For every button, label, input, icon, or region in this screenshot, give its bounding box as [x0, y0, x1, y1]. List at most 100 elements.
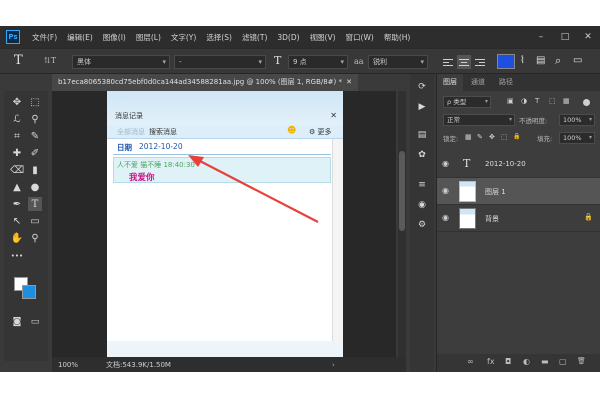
tab-channels[interactable]: 通道	[465, 74, 491, 91]
anti-alias-select[interactable]: 锐利	[368, 55, 428, 69]
filter-adjustment-icon[interactable]: ◑	[521, 97, 527, 105]
lock-pixels-icon[interactable]: ✎	[477, 133, 483, 141]
opacity-field[interactable]: 100%	[559, 114, 595, 126]
menu-type[interactable]: 文字(Y)	[171, 32, 196, 43]
menu-window[interactable]: 窗口(W)	[346, 32, 374, 43]
zoom-level[interactable]: 100%	[58, 361, 98, 369]
layer-name[interactable]: 2012-10-20	[485, 160, 526, 168]
link-layers-icon[interactable]: ∞	[467, 357, 474, 366]
menu-select[interactable]: 选择(S)	[206, 32, 232, 43]
layer-row-text[interactable]: ◉ T 2012-10-20	[437, 151, 600, 178]
document-close-icon[interactable]: ✕	[346, 74, 352, 91]
image-date-label: 日期	[117, 143, 132, 152]
fill-field[interactable]: 100%	[559, 132, 595, 144]
tab-paths[interactable]: 路径	[493, 74, 519, 91]
quick-mask-icon[interactable]: ◙	[10, 315, 24, 329]
hand-tool-icon[interactable]: ✋	[10, 231, 24, 245]
screen-mode-icon[interactable]: ▭	[28, 315, 42, 329]
menu-filter[interactable]: 滤镜(T)	[242, 32, 267, 43]
warp-text-icon[interactable]: ⌇	[520, 55, 525, 66]
text-orientation-icon[interactable]: ⇅T	[44, 56, 56, 65]
type-tool-preset-icon[interactable]: T	[14, 53, 23, 68]
align-left-button[interactable]	[441, 55, 455, 69]
healing-tool-icon[interactable]: ✚	[10, 146, 24, 160]
visibility-eye-icon[interactable]: ◉	[442, 186, 449, 195]
visibility-eye-icon[interactable]: ◉	[442, 213, 449, 222]
delete-layer-icon[interactable]: 🗑	[577, 357, 586, 365]
text-color-swatch[interactable]	[497, 54, 515, 69]
lock-artboard-icon[interactable]: ⬚	[501, 133, 508, 141]
history-icon[interactable]: ⟳	[415, 80, 429, 94]
layer-row-background[interactable]: ◉ 背景 🔒	[437, 205, 600, 232]
brush-presets-icon[interactable]: ✿	[415, 148, 429, 162]
shape-tool-icon[interactable]: ▭	[28, 214, 42, 228]
filter-shape-icon[interactable]: ⬚	[549, 97, 556, 105]
eraser-tool-icon[interactable]: ⌫	[10, 163, 24, 177]
document-image[interactable]: 消息记录 ✕ 全部消息 搜索消息 ☻ ⚙ 更多 日期 2012-10-20 人不…	[107, 91, 343, 357]
document-tab[interactable]: b17eca8065380cd75ebf0d0ca144ad34588281aa…	[52, 74, 358, 91]
search-icon[interactable]: ⌕	[555, 54, 561, 68]
menu-image[interactable]: 图像(I)	[103, 32, 126, 43]
status-arrow-icon[interactable]: ›	[332, 361, 335, 369]
path-select-tool-icon[interactable]: ↖	[10, 214, 24, 228]
font-style-select[interactable]: -	[174, 55, 266, 69]
marquee-tool-icon[interactable]: ⬚	[28, 95, 42, 109]
visibility-eye-icon[interactable]: ◉	[442, 159, 449, 168]
close-window-button[interactable]: ✕	[577, 26, 599, 48]
zoom-tool-icon[interactable]: ⚲	[28, 231, 42, 245]
font-family-select[interactable]: 黑体	[72, 55, 170, 69]
quick-select-tool-icon[interactable]: ⚲	[28, 112, 42, 126]
menu-3d[interactable]: 3D(D)	[277, 33, 299, 42]
swatches-icon[interactable]: ◉	[415, 198, 429, 212]
menu-file[interactable]: 文件(F)	[32, 32, 57, 43]
minimize-button[interactable]: –	[530, 26, 552, 48]
layer-row-layer1[interactable]: ◉ 图层 1	[437, 178, 600, 205]
brush-tool-icon[interactable]: ✐	[28, 146, 42, 160]
canvas-vertical-scrollbar[interactable]	[398, 91, 406, 357]
actions-play-icon[interactable]: ▶	[415, 100, 429, 114]
layer-style-icon[interactable]: fx	[487, 357, 495, 366]
more-tools-icon[interactable]: •••	[10, 249, 24, 263]
menu-view[interactable]: 视图(V)	[310, 32, 336, 43]
layer-name[interactable]: 图层 1	[485, 187, 506, 197]
background-color-swatch[interactable]	[22, 285, 36, 299]
dodge-tool-icon[interactable]: ●	[28, 180, 42, 194]
move-tool-icon[interactable]: ✥	[10, 95, 24, 109]
lock-position-icon[interactable]: ✥	[489, 133, 495, 141]
maximize-button[interactable]: □	[554, 26, 576, 48]
new-layer-icon[interactable]: ▢	[559, 357, 567, 366]
blur-tool-icon[interactable]: ▲	[10, 180, 24, 194]
filter-pixel-icon[interactable]: ▣	[507, 97, 514, 105]
menu-layer[interactable]: 图层(L)	[136, 32, 161, 43]
add-mask-icon[interactable]: ◘	[505, 357, 511, 366]
eyedropper-tool-icon[interactable]: ✎	[28, 129, 42, 143]
pen-tool-icon[interactable]: ✒	[10, 197, 24, 211]
properties-icon[interactable]: ▤	[415, 128, 429, 142]
filter-type-icon[interactable]: T	[535, 97, 539, 105]
gradient-tool-icon[interactable]: ▮	[28, 163, 42, 177]
layer-filter-select[interactable]: ρ 类型	[443, 96, 491, 108]
adjustments-icon[interactable]: ⚙	[415, 218, 429, 232]
filter-smart-object-icon[interactable]: ▦	[563, 97, 570, 105]
font-size-select[interactable]: 9 点	[288, 55, 348, 69]
paragraph-icon[interactable]: ≡	[415, 178, 429, 192]
align-right-button[interactable]	[473, 55, 487, 69]
layer-name[interactable]: 背景	[485, 214, 499, 224]
adjustment-layer-icon[interactable]: ◐	[523, 357, 530, 366]
workspace-icon[interactable]: ▭	[573, 55, 582, 66]
menu-help[interactable]: 帮助(H)	[384, 32, 411, 43]
type-tool-icon[interactable]: T	[28, 197, 42, 211]
lock-all-icon[interactable]: 🔒	[513, 133, 520, 140]
character-panel-icon[interactable]: ▤	[536, 55, 545, 66]
menu-edit[interactable]: 编辑(E)	[67, 32, 93, 43]
crop-tool-icon[interactable]: ⌗	[10, 129, 24, 143]
tab-layers[interactable]: 图层	[437, 74, 463, 91]
lasso-tool-icon[interactable]: ℒ	[10, 112, 24, 126]
filter-toggle-icon[interactable]	[583, 99, 590, 106]
blend-mode-select[interactable]: 正常	[443, 114, 515, 126]
lock-transparency-icon[interactable]: ▦	[465, 133, 472, 141]
new-group-icon[interactable]: ▬	[541, 357, 549, 366]
align-center-button[interactable]	[457, 55, 471, 69]
image-footer	[107, 341, 343, 357]
scrollbar-thumb[interactable]	[399, 151, 405, 231]
